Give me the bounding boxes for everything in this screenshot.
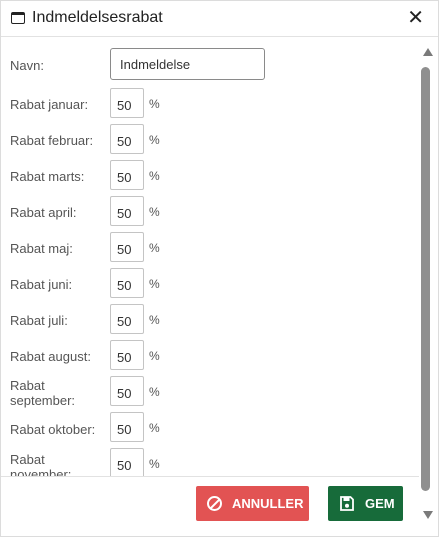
month-label: Rabat maj: <box>10 241 73 256</box>
month-label: Rabat juni: <box>10 277 73 292</box>
ban-icon <box>207 496 222 511</box>
scroll-up-icon[interactable] <box>423 48 433 56</box>
discount-input[interactable]: 50 <box>110 340 144 370</box>
discount-input[interactable]: 50 <box>110 196 144 226</box>
discount-input[interactable]: 50 <box>110 232 144 262</box>
scrollbar-thumb[interactable] <box>421 67 430 491</box>
percent-label: % <box>149 133 160 147</box>
month-label: Rabat november: <box>10 452 72 476</box>
percent-label: % <box>149 421 160 435</box>
percent-label: % <box>149 277 160 291</box>
vertical-scrollbar[interactable] <box>419 38 438 525</box>
name-label: Navn: <box>10 58 44 73</box>
percent-label: % <box>149 97 160 111</box>
save-button-label: GEM <box>365 496 395 511</box>
form-content[interactable]: Navn: Indmeldelse Rabat januar: 50 % Rab… <box>1 38 419 476</box>
title-bar: Indmeldelsesrabat ✕ <box>1 1 438 37</box>
cancel-button-label: ANNULLER <box>232 496 304 511</box>
percent-label: % <box>149 385 160 399</box>
floppy-disk-icon <box>340 496 354 511</box>
month-label: Rabat august: <box>10 349 91 364</box>
percent-label: % <box>149 457 160 471</box>
window-icon <box>11 12 25 24</box>
save-button[interactable]: GEM <box>328 486 403 521</box>
scroll-down-icon[interactable] <box>423 511 433 519</box>
month-label: Rabat marts: <box>10 169 85 184</box>
name-input[interactable]: Indmeldelse <box>110 48 265 80</box>
month-label: Rabat september: <box>10 378 76 408</box>
percent-label: % <box>149 169 160 183</box>
cancel-button[interactable]: ANNULLER <box>196 486 309 521</box>
month-label: Rabat februar: <box>10 133 94 148</box>
dialog-footer: ANNULLER GEM <box>1 476 419 531</box>
discount-input[interactable]: 50 <box>110 304 144 334</box>
month-label: Rabat juli: <box>10 313 68 328</box>
month-label: Rabat januar: <box>10 97 89 112</box>
month-label: Rabat oktober: <box>10 422 96 437</box>
discount-input[interactable]: 50 <box>110 448 144 476</box>
dialog: Indmeldelsesrabat ✕ Navn: Indmeldelse Ra… <box>0 0 439 537</box>
discount-input[interactable]: 50 <box>110 124 144 154</box>
percent-label: % <box>149 349 160 363</box>
percent-label: % <box>149 241 160 255</box>
month-label: Rabat april: <box>10 205 77 220</box>
discount-input[interactable]: 50 <box>110 376 144 406</box>
close-button[interactable]: ✕ <box>407 8 424 28</box>
percent-label: % <box>149 205 160 219</box>
discount-input[interactable]: 50 <box>110 412 144 442</box>
percent-label: % <box>149 313 160 327</box>
discount-input[interactable]: 50 <box>110 88 144 118</box>
dialog-title: Indmeldelsesrabat <box>32 9 163 26</box>
discount-input[interactable]: 50 <box>110 160 144 190</box>
discount-input[interactable]: 50 <box>110 268 144 298</box>
